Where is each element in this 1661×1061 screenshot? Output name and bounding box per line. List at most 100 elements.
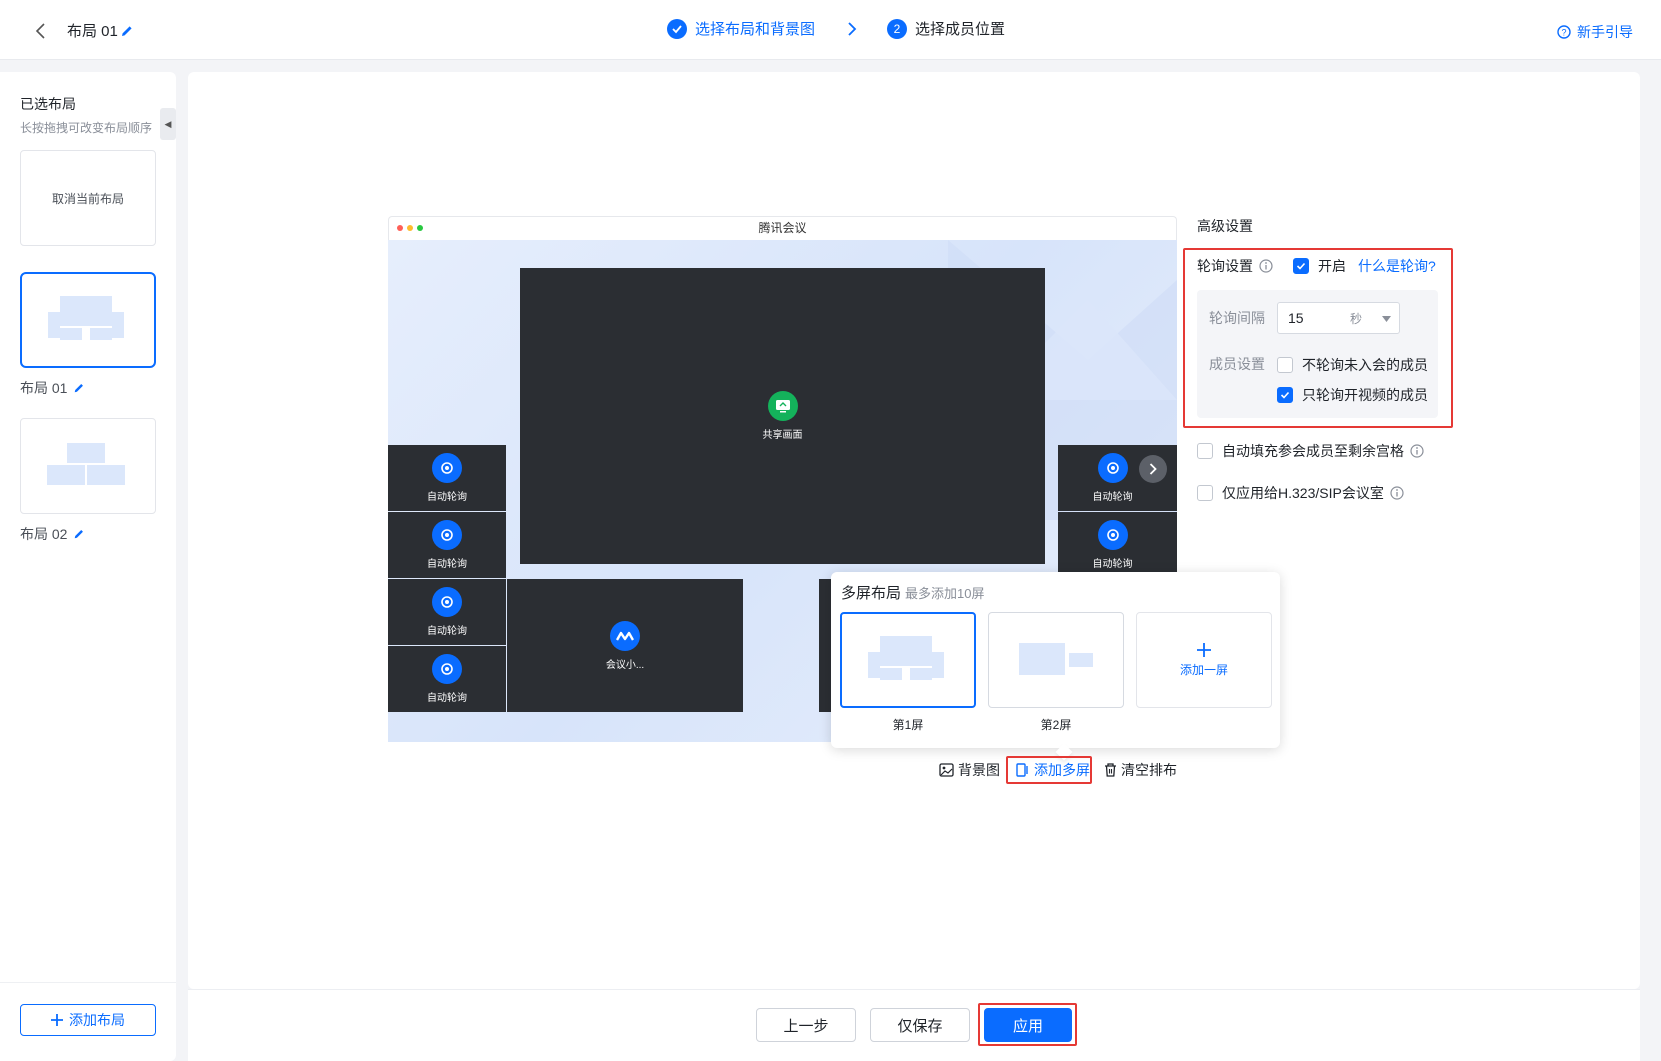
meeting-room-tile[interactable]: 会议小... [507, 579, 743, 712]
save-only-button[interactable]: 仅保存 [870, 1008, 970, 1042]
autofill-row[interactable]: 自动填充参会成员至剩余宫格 [1197, 441, 1424, 461]
layout-01-name: 布局 01 [20, 380, 68, 396]
opt-not-joined-row[interactable]: 不轮询未入会的成员 [1277, 355, 1428, 375]
main-video-tile[interactable]: 共享画面 [520, 268, 1045, 564]
opt-not-joined-checkbox[interactable] [1277, 357, 1293, 373]
add-multi-screen-label: 添加多屏 [1034, 762, 1090, 778]
cancel-layout-card[interactable]: 取消当前布局 [20, 150, 156, 246]
step-2-number: 2 [887, 18, 908, 39]
image-icon [939, 763, 954, 777]
check-circle-icon [667, 18, 687, 39]
opt-video-only-label: 只轮询开视频的成员 [1302, 387, 1428, 403]
autofill-checkbox[interactable] [1197, 443, 1213, 459]
sidebar-subtitle: 长按拖拽可改变布局顺序 [20, 121, 153, 135]
previous-step-button[interactable]: 上一步 [756, 1008, 856, 1042]
sidebar-divider [0, 982, 176, 983]
layout-thumb-block [47, 465, 85, 485]
auto-poll-icon [432, 587, 462, 617]
cancel-layout-label: 取消当前布局 [51, 191, 124, 206]
screen-thumb-block [1069, 653, 1093, 667]
screen-card-2[interactable] [988, 612, 1124, 708]
next-page-button[interactable] [1139, 455, 1167, 483]
h323-label: 仅应用给H.323/SIP会议室 [1222, 485, 1384, 501]
layout-label-02: 布局 02 [20, 524, 85, 544]
h323-row[interactable]: 仅应用给H.323/SIP会议室 [1197, 483, 1404, 503]
auto-poll-tile[interactable]: 自动轮询 [388, 579, 506, 645]
check-icon [1280, 391, 1290, 399]
layout-thumb-block [48, 312, 60, 338]
auto-poll-tile[interactable]: 自动轮询 [388, 445, 506, 511]
edit-title-icon[interactable] [120, 22, 134, 38]
autofill-label: 自动填充参会成员至剩余宫格 [1222, 443, 1404, 459]
multi-screen-icon [1016, 763, 1028, 777]
poll-interval-select[interactable]: 15 秒 [1277, 302, 1400, 334]
screen-1-label: 第1屏 [892, 718, 924, 732]
screen-thumb-block [868, 652, 880, 678]
add-screen-label: 添加一屏 [1179, 662, 1228, 677]
add-layout-button[interactable]: 添加布局 [20, 1004, 156, 1036]
caret-left-icon: ◀ [164, 118, 172, 129]
sidebar-title: 已选布局 [20, 96, 76, 112]
layout-title: 布局 01 [67, 23, 118, 40]
edit-icon[interactable] [73, 528, 85, 540]
multi-screen-popover: 多屏布局 最多添加10屏 第1屏 第2屏 添加一屏 [831, 572, 1280, 761]
screen-thumb-block [1019, 643, 1065, 675]
preview-window-title: 腾讯会议 [758, 221, 807, 235]
screen-2-label: 第2屏 [1040, 718, 1072, 732]
layout-sidebar: 已选布局 长按拖拽可改变布局顺序 ◀ 取消当前布局 布局 01 布局 02 添加… [0, 72, 176, 1061]
clear-layout-button[interactable]: 清空排布 [1104, 760, 1177, 780]
auto-poll-label: 自动轮询 [427, 693, 467, 704]
back-button[interactable] [30, 20, 52, 42]
layout-thumb-block [60, 296, 112, 326]
window-dot-close [397, 225, 403, 231]
info-icon[interactable] [1259, 259, 1273, 273]
auto-poll-label: 自动轮询 [1092, 559, 1133, 570]
auto-poll-tile[interactable]: 自动轮询 [1058, 445, 1177, 511]
edit-icon[interactable] [73, 382, 85, 394]
info-icon[interactable] [1390, 486, 1404, 500]
trash-icon [1105, 763, 1116, 777]
advanced-settings-title: 高级设置 [1197, 218, 1253, 234]
poll-enable-checkbox[interactable] [1293, 258, 1309, 274]
info-icon[interactable] [1410, 444, 1424, 458]
screen-thumb-block [880, 636, 932, 666]
add-multi-screen-button[interactable]: 添加多屏 [1016, 760, 1090, 780]
layout-card-01[interactable] [20, 272, 156, 368]
layout-thumb-block [90, 328, 112, 340]
plus-icon [51, 1014, 63, 1026]
screen-share-icon [767, 391, 798, 421]
h323-checkbox[interactable] [1197, 485, 1213, 501]
tencent-meeting-logo-icon [610, 620, 640, 651]
layout-02-name: 布局 02 [20, 526, 68, 542]
auto-poll-tile[interactable]: 自动轮询 [388, 512, 506, 578]
auto-poll-icon [432, 654, 462, 684]
auto-poll-label: 自动轮询 [427, 626, 467, 637]
apply-button[interactable]: 应用 [984, 1008, 1072, 1042]
layout-thumb-block [87, 465, 125, 485]
stepper: 选择布局和背景图 2 选择成员位置 [667, 18, 1005, 39]
multi-screen-title: 多屏布局 最多添加10屏 [841, 582, 984, 603]
step-1[interactable]: 选择布局和背景图 [667, 18, 815, 39]
window-dot-minimize [407, 225, 413, 231]
step-2[interactable]: 2 选择成员位置 [887, 18, 1005, 39]
poll-enable-label: 开启 [1318, 258, 1346, 274]
poll-settings-row: 轮询设置 开启 什么是轮询? [1197, 256, 1436, 276]
help-guide-link[interactable]: ? 新手引导 [1557, 22, 1633, 42]
chevron-right-icon [1149, 463, 1157, 475]
background-image-label: 背景图 [958, 762, 1000, 778]
poll-interval-value: 15 [1288, 310, 1304, 326]
window-dots [397, 225, 423, 231]
add-screen-button[interactable]: 添加一屏 [1136, 612, 1272, 708]
auto-poll-tile[interactable]: 自动轮询 [1058, 512, 1177, 578]
layout-card-02[interactable] [20, 418, 156, 514]
step-2-label: 选择成员位置 [915, 21, 1006, 38]
opt-video-only-checkbox[interactable] [1277, 387, 1293, 403]
screen-card-1[interactable] [840, 612, 976, 708]
what-is-poll-link[interactable]: 什么是轮询? [1358, 256, 1436, 276]
opt-video-only-row[interactable]: 只轮询开视频的成员 [1277, 385, 1428, 405]
auto-poll-tile[interactable]: 自动轮询 [388, 646, 506, 712]
poll-interval-label: 轮询间隔 [1209, 310, 1265, 326]
auto-poll-label: 自动轮询 [427, 492, 467, 503]
background-image-button[interactable]: 背景图 [939, 760, 1000, 780]
collapse-sidebar-button[interactable]: ◀ [160, 108, 176, 140]
